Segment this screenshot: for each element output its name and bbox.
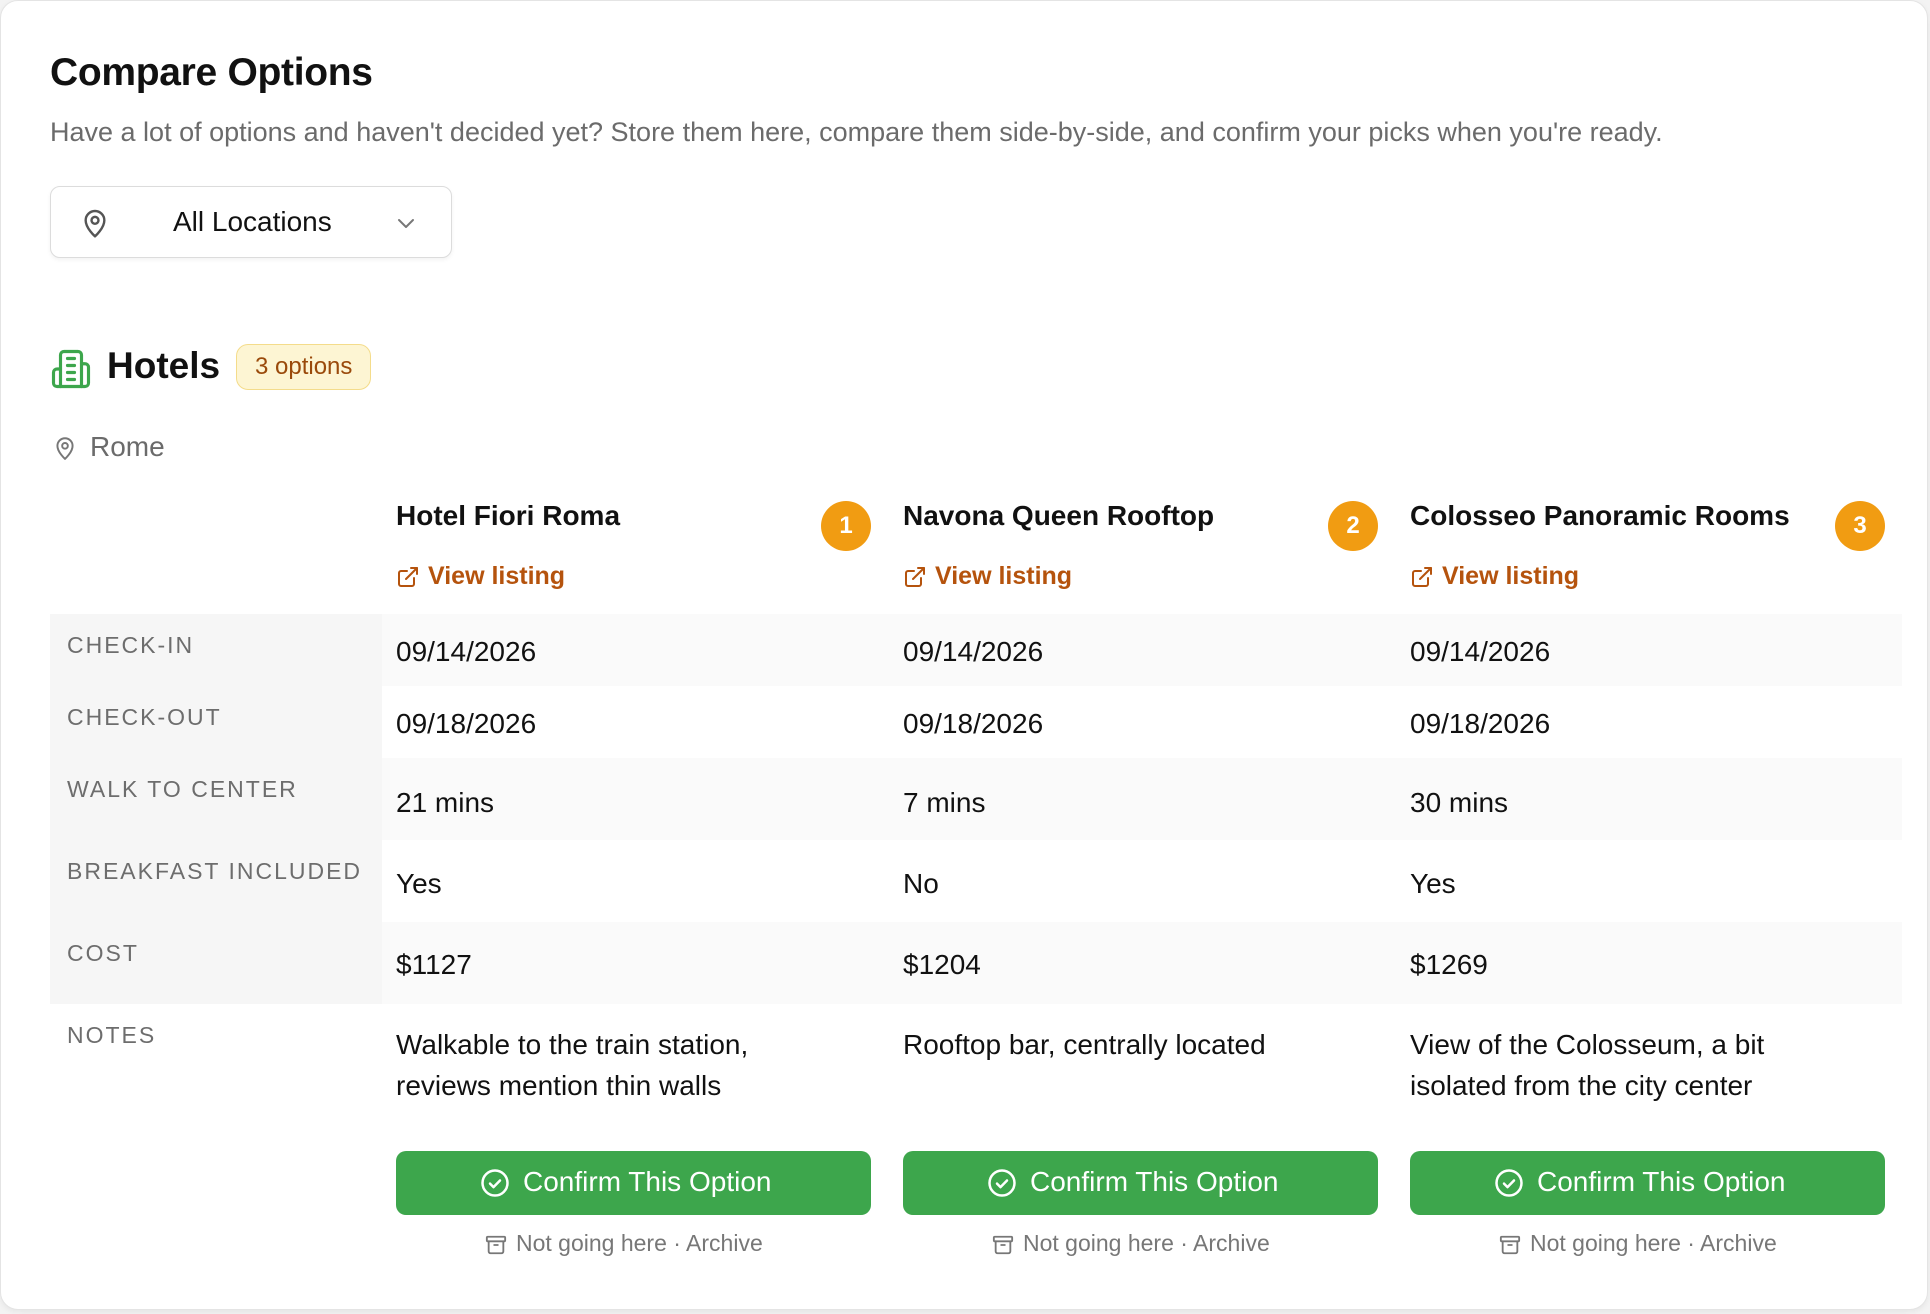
page-title: Compare Options [50, 51, 373, 94]
check-in-value: 09/14/2026 [396, 636, 537, 667]
row-check-out: CHECK-OUT 09/18/2026 09/18/2026 09/18/20… [50, 686, 1902, 758]
breakfast-value: Yes [1410, 868, 1456, 899]
row-label: CHECK-OUT [67, 704, 222, 730]
archive-box-icon [992, 1235, 1014, 1255]
row-check-in: CHECK-IN 09/14/2026 09/14/2026 09/14/202… [50, 614, 1902, 686]
external-link-icon [1412, 567, 1432, 587]
row-label: WALK TO CENTER [67, 776, 298, 802]
archive-option-link[interactable]: Not going here · Archive [903, 1229, 1378, 1261]
confirm-option-button[interactable]: Confirm This Option [903, 1151, 1378, 1215]
external-link-icon [398, 567, 418, 587]
row-label: COST [67, 940, 139, 966]
row-breakfast: BREAKFAST INCLUDED Yes No Yes [50, 840, 1902, 922]
location-filter-value: All Locations [173, 206, 332, 237]
notes-value: Rooftop bar, centrally located [903, 1029, 1266, 1060]
view-listing-label: View listing [935, 562, 1073, 590]
confirm-option-label: Confirm This Option [523, 1166, 772, 1197]
confirm-option-button[interactable]: Confirm This Option [396, 1151, 871, 1215]
check-circle-icon [1495, 1169, 1523, 1197]
row-cost: COST $1127 $1204 $1269 [50, 922, 1902, 1004]
check-out-value: 09/18/2026 [903, 708, 1044, 739]
view-listing-label: View listing [428, 562, 566, 590]
archive-label: Not going here · Archive [516, 1230, 763, 1256]
check-out-value: 09/18/2026 [396, 708, 537, 739]
map-pin-icon [56, 437, 74, 460]
location-filter-dropdown[interactable]: All Locations [50, 186, 452, 258]
option-name: Hotel Fiori Roma [396, 500, 621, 531]
option-header: Colosseo Panoramic Rooms 3 View listing [1410, 496, 1900, 616]
walk-value: 21 mins [396, 787, 495, 818]
row-walk-to-center: WALK TO CENTER 21 mins 7 mins 30 mins [50, 758, 1902, 840]
compare-options-card: Compare Options Have a lot of options an… [0, 0, 1928, 1310]
breakfast-value: Yes [396, 868, 442, 899]
row-label: NOTES [67, 1022, 157, 1048]
notes-value: Walkable to the train station, reviews m… [396, 1029, 749, 1101]
check-out-value: 09/18/2026 [1410, 708, 1551, 739]
map-pin-icon [84, 209, 106, 238]
cost-value: $1269 [1410, 949, 1488, 980]
row-notes: NOTES Walkable to the train station, rev… [50, 1004, 1902, 1134]
option-number-badge: 1 [821, 501, 871, 551]
check-circle-icon [988, 1169, 1016, 1197]
page-subtitle: Have a lot of options and haven't decide… [50, 117, 1663, 147]
row-label: CHECK-IN [67, 632, 195, 658]
confirm-option-label: Confirm This Option [1030, 1166, 1279, 1197]
section-title: Hotels [107, 345, 221, 386]
option-number-badge: 3 [1835, 501, 1885, 551]
confirm-option-label: Confirm This Option [1537, 1166, 1786, 1197]
notes-value: View of the Colosseum, a bit isolated fr… [1410, 1029, 1765, 1101]
option-header: Hotel Fiori Roma 1 View listing [396, 496, 886, 616]
archive-label: Not going here · Archive [1023, 1230, 1270, 1256]
breakfast-value: No [903, 868, 939, 899]
chevron-down-icon [398, 219, 414, 228]
archive-box-icon [485, 1235, 507, 1255]
archive-box-icon [1499, 1235, 1521, 1255]
hotel-building-icon [51, 349, 91, 389]
external-link-icon [905, 567, 925, 587]
archive-label: Not going here · Archive [1530, 1230, 1777, 1256]
row-label: BREAKFAST INCLUDED [67, 858, 363, 884]
cost-value: $1204 [903, 949, 981, 980]
check-in-value: 09/14/2026 [903, 636, 1044, 667]
cost-value: $1127 [396, 949, 472, 980]
archive-option-link[interactable]: Not going here · Archive [1410, 1229, 1885, 1261]
option-header: Navona Queen Rooftop 2 View listing [903, 496, 1393, 616]
confirm-option-button[interactable]: Confirm This Option [1410, 1151, 1885, 1215]
walk-value: 7 mins [903, 787, 986, 818]
options-count-badge: 3 options [236, 344, 372, 390]
option-number-badge: 2 [1328, 501, 1378, 551]
view-listing-label: View listing [1442, 562, 1580, 590]
check-in-value: 09/14/2026 [1410, 636, 1551, 667]
city-name: Rome [90, 431, 165, 462]
option-name: Navona Queen Rooftop [903, 500, 1215, 531]
archive-option-link[interactable]: Not going here · Archive [396, 1229, 871, 1261]
check-circle-icon [481, 1169, 509, 1197]
walk-value: 30 mins [1410, 787, 1509, 818]
option-name: Colosseo Panoramic Rooms [1410, 500, 1790, 531]
